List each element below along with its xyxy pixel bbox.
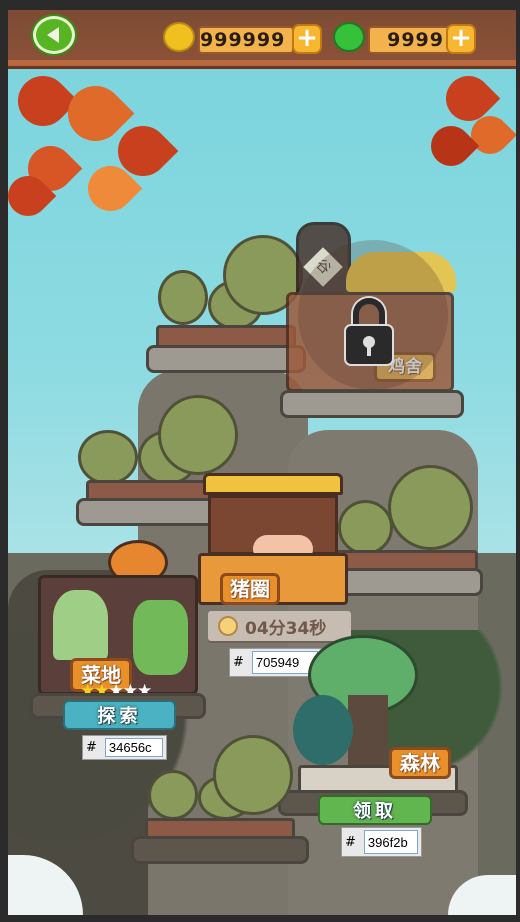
gold-coin-icon [163,22,195,52]
pen-roof [203,473,343,495]
jade-balance: 9999 [368,26,454,54]
tree [158,270,208,325]
game-scene: 谷 鸡舍 猪圈 04分34秒 # 菜地 [8,10,516,915]
hash-label: # [233,655,244,670]
hash-label: # [86,740,97,755]
back-button[interactable] [33,16,75,54]
plateau [280,390,464,418]
add-coins-button[interactable]: + [292,24,322,54]
forest-building[interactable]: 森林 [293,635,463,800]
hash-label: # [345,834,356,850]
vegetable-field[interactable]: 菜地 [38,530,203,695]
plateau [146,345,306,373]
jade-icon [333,22,365,52]
forest-label: 森林 [389,747,451,779]
clock-icon [218,616,238,636]
maple-leaves-right [422,66,516,186]
tree [388,465,473,550]
bush [293,695,353,765]
explore-color-field: # [82,735,167,760]
maple-leaves-left [8,65,188,226]
tree-trunk [348,695,388,775]
lock-icon[interactable] [344,298,394,368]
coin-balance: 999999 [198,26,294,54]
claim-button[interactable]: 领取 [318,795,432,825]
tree [213,735,293,815]
tree [158,395,238,475]
tree [148,770,198,820]
tree [78,430,138,485]
explore-color-input[interactable] [104,738,163,757]
pig-pen[interactable]: 猪圈 [198,473,348,608]
explore-button[interactable]: 探索 [63,700,176,730]
claim-color-input[interactable] [363,830,418,854]
claim-color-field: # [341,827,422,857]
top-bar: 999999 + 9999 + [8,10,516,66]
plateau [131,836,309,864]
pigpen-label: 猪圈 [220,573,280,605]
asparagus [133,600,188,675]
cabbage [53,590,108,660]
add-jade-button[interactable]: + [446,24,476,54]
back-arrow-icon [47,27,59,43]
